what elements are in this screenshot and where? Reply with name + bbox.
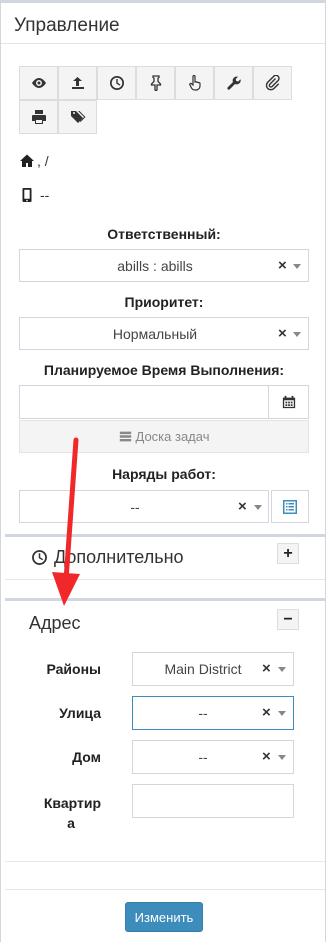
responsible-label: Ответственный: [107, 226, 221, 242]
chevron-down-icon[interactable] [293, 264, 301, 269]
mobile-phone-icon [22, 188, 32, 202]
tags-icon[interactable] [58, 100, 97, 134]
clear-icon[interactable]: × [262, 660, 271, 677]
apartment-input[interactable] [132, 784, 294, 818]
expand-toggle-button[interactable]: + [277, 543, 299, 564]
work-orders-label: Наряды работ: [112, 466, 216, 482]
clock-icon [32, 550, 47, 565]
chevron-down-icon[interactable] [278, 755, 286, 760]
box-divider [5, 579, 325, 580]
house-value: -- [198, 749, 208, 765]
apartment-label-line1: Квартир [43, 795, 101, 811]
calendar-icon [282, 395, 295, 409]
management-panel: Управление , / -- Ответственный: abills … [0, 0, 326, 942]
street-select[interactable]: -- × [132, 696, 294, 730]
house-select[interactable]: -- × [132, 740, 294, 774]
district-label: Районы [46, 661, 101, 677]
board-list-icon [119, 431, 131, 442]
list-alt-icon [283, 499, 297, 514]
extra-box-title[interactable]: Дополнительно [31, 547, 184, 568]
home-path-text: , / [37, 153, 49, 169]
task-board-button[interactable]: Доска задач [19, 420, 309, 453]
clear-icon[interactable]: × [278, 257, 287, 274]
extra-box: Дополнительно + [5, 534, 325, 580]
chevron-down-icon[interactable] [293, 332, 301, 337]
submit-button[interactable]: Изменить [125, 902, 203, 932]
print-icon[interactable] [19, 100, 58, 134]
apartment-label-line2: а [67, 815, 75, 831]
address-box-title: Адрес [29, 613, 81, 633]
work-orders-list-button[interactable] [271, 490, 309, 523]
phone-line: -- [19, 187, 49, 203]
responsible-select[interactable]: abills : abills × [19, 249, 309, 282]
wrench-icon[interactable] [214, 66, 253, 100]
upload-icon[interactable] [58, 66, 97, 100]
clear-icon[interactable]: × [262, 748, 271, 765]
work-orders-value: -- [130, 499, 140, 515]
district-select[interactable]: Main District × [132, 652, 294, 686]
apartment-label: Квартир а [5, 793, 101, 833]
panel-header: Управление [1, 0, 326, 44]
district-value: Main District [164, 661, 242, 677]
responsible-value: abills : abills [117, 258, 193, 274]
collapse-toggle-button[interactable]: − [277, 609, 299, 630]
chevron-down-icon[interactable] [278, 711, 286, 716]
home-icon [20, 154, 34, 167]
street-label: Улица [59, 705, 101, 721]
house-label: Дом [72, 749, 101, 765]
extra-box-title-text: Дополнительно [54, 547, 184, 567]
paperclip-icon[interactable] [253, 66, 292, 100]
pin-icon[interactable] [136, 66, 175, 100]
priority-label: Приоритет: [124, 294, 204, 310]
task-board-label: Доска задач [135, 429, 210, 444]
work-orders-select[interactable]: -- × [19, 490, 269, 523]
street-value: -- [198, 705, 208, 721]
hand-pointer-icon[interactable] [175, 66, 214, 100]
planned-time-label: Планируемое Время Выполнения: [43, 362, 285, 378]
clock-icon[interactable] [97, 66, 136, 100]
chevron-down-icon[interactable] [254, 505, 262, 510]
eye-icon[interactable] [19, 66, 58, 100]
panel-title: Управление [14, 15, 120, 36]
calendar-button[interactable] [268, 386, 308, 418]
planned-time-input[interactable] [19, 385, 309, 419]
home-path-line: , / [19, 153, 49, 169]
clear-icon[interactable]: × [278, 325, 287, 342]
clear-icon[interactable]: × [262, 704, 271, 721]
chevron-down-icon[interactable] [278, 667, 286, 672]
footer-divider [5, 889, 325, 890]
priority-value: Нормальный [112, 326, 198, 342]
priority-select[interactable]: Нормальный × [19, 317, 309, 350]
phone-text: -- [40, 187, 50, 203]
clear-icon[interactable]: × [238, 498, 247, 515]
